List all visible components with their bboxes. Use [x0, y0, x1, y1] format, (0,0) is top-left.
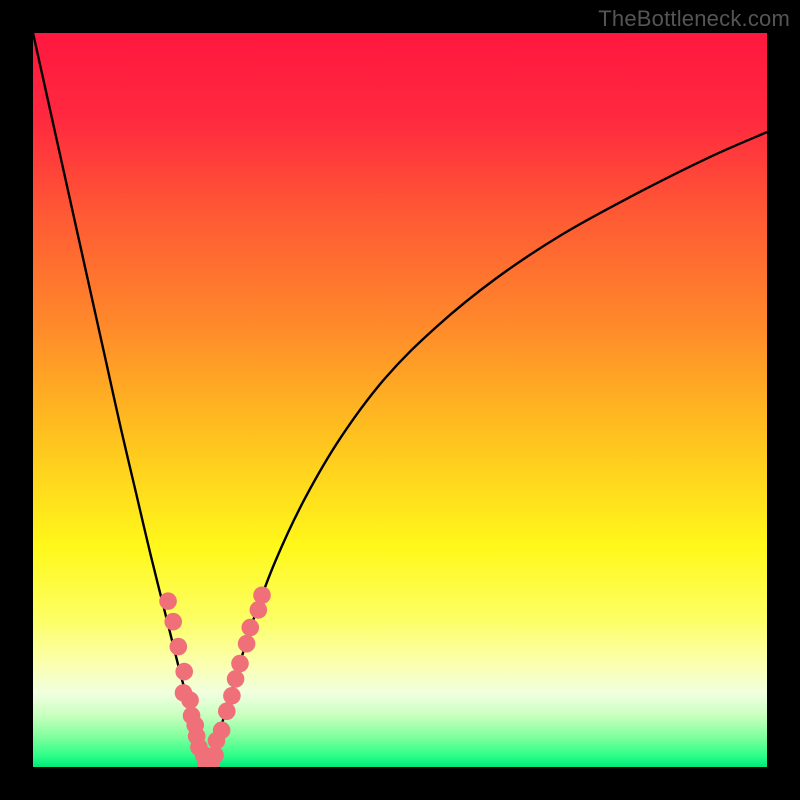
data-dot — [175, 663, 193, 681]
right-curve — [207, 132, 767, 763]
data-dot — [227, 670, 245, 688]
data-dot — [181, 691, 199, 709]
data-dot — [159, 592, 177, 610]
chart-svg — [33, 33, 767, 767]
data-dot — [238, 635, 256, 653]
data-dot — [253, 586, 271, 604]
data-dot — [213, 722, 231, 740]
data-dot — [241, 619, 259, 637]
data-dot — [170, 638, 188, 656]
plot-area — [33, 33, 767, 767]
outer-frame: TheBottleneck.com — [0, 0, 800, 800]
data-dot — [231, 655, 249, 673]
watermark-text: TheBottleneck.com — [598, 6, 790, 32]
data-dot — [250, 601, 268, 619]
data-dot — [218, 702, 236, 720]
data-dot — [223, 687, 241, 705]
left-branch-dots — [159, 592, 214, 767]
right-branch-dots — [197, 586, 270, 767]
data-dot — [164, 613, 182, 631]
